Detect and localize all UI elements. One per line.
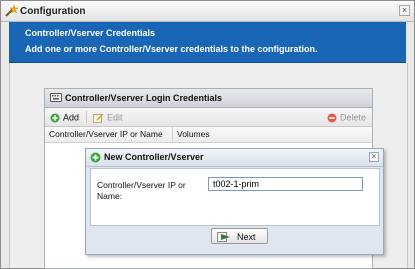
- banner-description: Add one or more Controller/Vserver crede…: [25, 44, 318, 54]
- window-close-button[interactable]: ×: [399, 5, 410, 16]
- dialog-close-button[interactable]: ×: [369, 152, 379, 162]
- column-header-ip-or-name[interactable]: Controller/Vserver IP or Name: [49, 129, 163, 139]
- grid-toolbar: Add Edit Delete: [45, 108, 372, 127]
- banner-title: Controller/Vserver Credentials: [25, 28, 156, 38]
- delete-label: Delete: [339, 112, 366, 123]
- next-button[interactable]: Next: [211, 228, 268, 244]
- grid-title: Controller/Vserver Login Credentials: [65, 93, 223, 103]
- ip-or-name-input[interactable]: [208, 177, 363, 191]
- column-header-volumes[interactable]: Volumes: [177, 129, 210, 139]
- header-banner: Controller/Vserver Credentials Add one o…: [9, 22, 406, 63]
- edit-icon: [93, 113, 104, 123]
- plus-circle-icon: [50, 113, 60, 123]
- dialog-footer: Next: [90, 227, 378, 251]
- grid-column-header: Controller/Vserver IP or Name Volumes: [45, 127, 372, 143]
- next-label: Next: [237, 232, 256, 242]
- edit-button[interactable]: Edit: [93, 112, 123, 123]
- ip-or-name-label: Controller/Vserver IP or Name:: [97, 180, 186, 201]
- window-titlebar[interactable]: Configuration ×: [1, 1, 414, 22]
- add-label: Add: [63, 112, 80, 123]
- column-divider[interactable]: [172, 127, 173, 142]
- dialog-form: Controller/Vserver IP or Name:: [90, 168, 380, 226]
- plus-circle-icon: [90, 152, 101, 163]
- delete-button[interactable]: Delete: [327, 112, 366, 123]
- grid-header: Controller/Vserver Login Credentials: [45, 89, 372, 108]
- dialog-titlebar[interactable]: New Controller/Vserver ×: [86, 149, 383, 167]
- toolbar-separator: [86, 111, 87, 123]
- wand-icon: [5, 4, 18, 17]
- minus-circle-icon: [327, 113, 337, 123]
- arrow-right-icon: [217, 232, 230, 242]
- new-controller-dialog: New Controller/Vserver × Controller/Vser…: [85, 148, 384, 255]
- window-title: Configuration: [20, 6, 86, 17]
- keyboard-icon: [50, 93, 62, 102]
- close-icon: ×: [401, 5, 408, 15]
- add-button[interactable]: Add: [50, 112, 79, 123]
- edit-label: Edit: [107, 112, 123, 123]
- close-icon: ×: [371, 152, 377, 161]
- dialog-title: New Controller/Vserver: [104, 152, 204, 162]
